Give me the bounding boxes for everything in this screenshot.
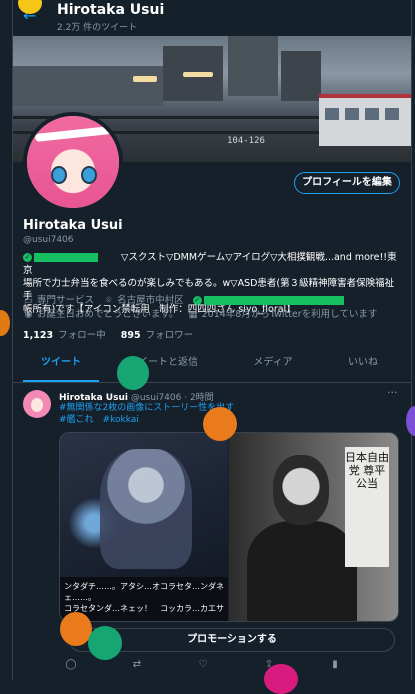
tab-likes[interactable]: いいね bbox=[323, 344, 403, 382]
banner-light bbox=[133, 76, 157, 82]
profile-joined: 2014年8月からTwitterを利用しています bbox=[201, 309, 378, 320]
top-bar: ← Hirotaka Usui 2.2万 件のツイート bbox=[13, 0, 411, 36]
analytics-icon[interactable]: ▮ bbox=[325, 656, 345, 674]
profile-avatar[interactable] bbox=[23, 112, 123, 212]
more-icon[interactable]: ··· bbox=[387, 386, 398, 399]
profile-location: 名古屋市中村区 bbox=[117, 295, 184, 306]
followers-label: フォロワー bbox=[145, 330, 194, 341]
profile-category: 専門サービス bbox=[37, 295, 95, 306]
photo-sign: 日本自由党 尊平公当 bbox=[345, 447, 389, 567]
balloon-icon bbox=[88, 626, 122, 660]
profile-name: Hirotaka Usui bbox=[23, 218, 123, 233]
profile-meta-row-1: ▭ 専門サービス ⌾ 名古屋市中村区 ✓ bbox=[23, 294, 408, 308]
tab-tweets[interactable]: ツイート bbox=[13, 344, 109, 382]
calendar-icon: ▦ bbox=[188, 309, 198, 320]
followers-link[interactable]: 895 フォロワー bbox=[121, 330, 193, 341]
banner-light bbox=[183, 72, 213, 77]
tweet-avatar[interactable] bbox=[23, 390, 51, 418]
location-pin-icon: ⌾ bbox=[105, 295, 112, 306]
briefcase-icon: ▭ bbox=[24, 295, 33, 306]
banner-plate: 104-126 bbox=[227, 136, 265, 146]
profile-page: ← Hirotaka Usui 2.2万 件のツイート 104-126 プロフィ… bbox=[12, 0, 412, 680]
check-icon: ✓ bbox=[23, 253, 32, 262]
balloon-icon bbox=[117, 356, 149, 390]
caption-line-1: ンタダチ……。アタシ…オコラセタ…ンダネェ……。 bbox=[64, 582, 224, 602]
media-image-right[interactable]: 日本自由党 尊平公当 bbox=[229, 433, 398, 621]
media-image-left[interactable]: ンタダチ……。アタシ…オコラセタ…ンダネェ……。 コラセタンダ…ネェッ！ コッカ… bbox=[60, 433, 228, 621]
banner-station bbox=[13, 66, 163, 106]
reply-icon[interactable]: ◯ bbox=[61, 656, 81, 674]
tweet-media[interactable]: ンタダチ……。アタシ…オコラセタ…ンダネェ……。 コラセタンダ…ネェッ！ コッカ… bbox=[59, 432, 399, 622]
redacted-highlight bbox=[34, 253, 98, 262]
balloon-icon bbox=[264, 664, 298, 694]
following-link[interactable]: 1,123 フォロー中 bbox=[23, 330, 106, 341]
follow-stats: 1,123 フォロー中 895 フォロワー bbox=[23, 327, 193, 341]
link-icon: ✓ bbox=[192, 296, 202, 305]
banner-building bbox=[228, 36, 278, 96]
banner-building bbox=[281, 51, 321, 101]
tab-media[interactable]: メディア bbox=[223, 344, 323, 382]
profile-link-redacted[interactable] bbox=[203, 296, 344, 305]
profile-handle: @usui7406 bbox=[23, 235, 74, 245]
tweet-count: 2.2万 件のツイート bbox=[57, 23, 138, 33]
edit-profile-button[interactable]: プロフィールを編集 bbox=[294, 172, 400, 194]
balloon-icon bbox=[203, 407, 237, 441]
balloon-icon bbox=[0, 310, 10, 336]
profile-title: Hirotaka Usui bbox=[57, 2, 165, 18]
profile-birthday: お誕生日おめでとうございます。 bbox=[37, 309, 179, 320]
retweet-icon[interactable]: ⇄ bbox=[127, 656, 147, 674]
banner-train bbox=[319, 94, 411, 146]
following-count: 1,123 bbox=[23, 330, 54, 341]
profile-tabs: ツイート ツイートと返信 メディア いいね bbox=[13, 344, 411, 383]
followers-count: 895 bbox=[120, 330, 141, 341]
like-icon[interactable]: ♡ bbox=[193, 656, 213, 674]
profile-meta-row-2: ◉ お誕生日おめでとうございます。 ▦ 2014年8月からTwitterを利用してい… bbox=[23, 308, 408, 322]
following-label: フォロー中 bbox=[58, 330, 106, 341]
balloon-icon: ◉ bbox=[24, 309, 33, 320]
